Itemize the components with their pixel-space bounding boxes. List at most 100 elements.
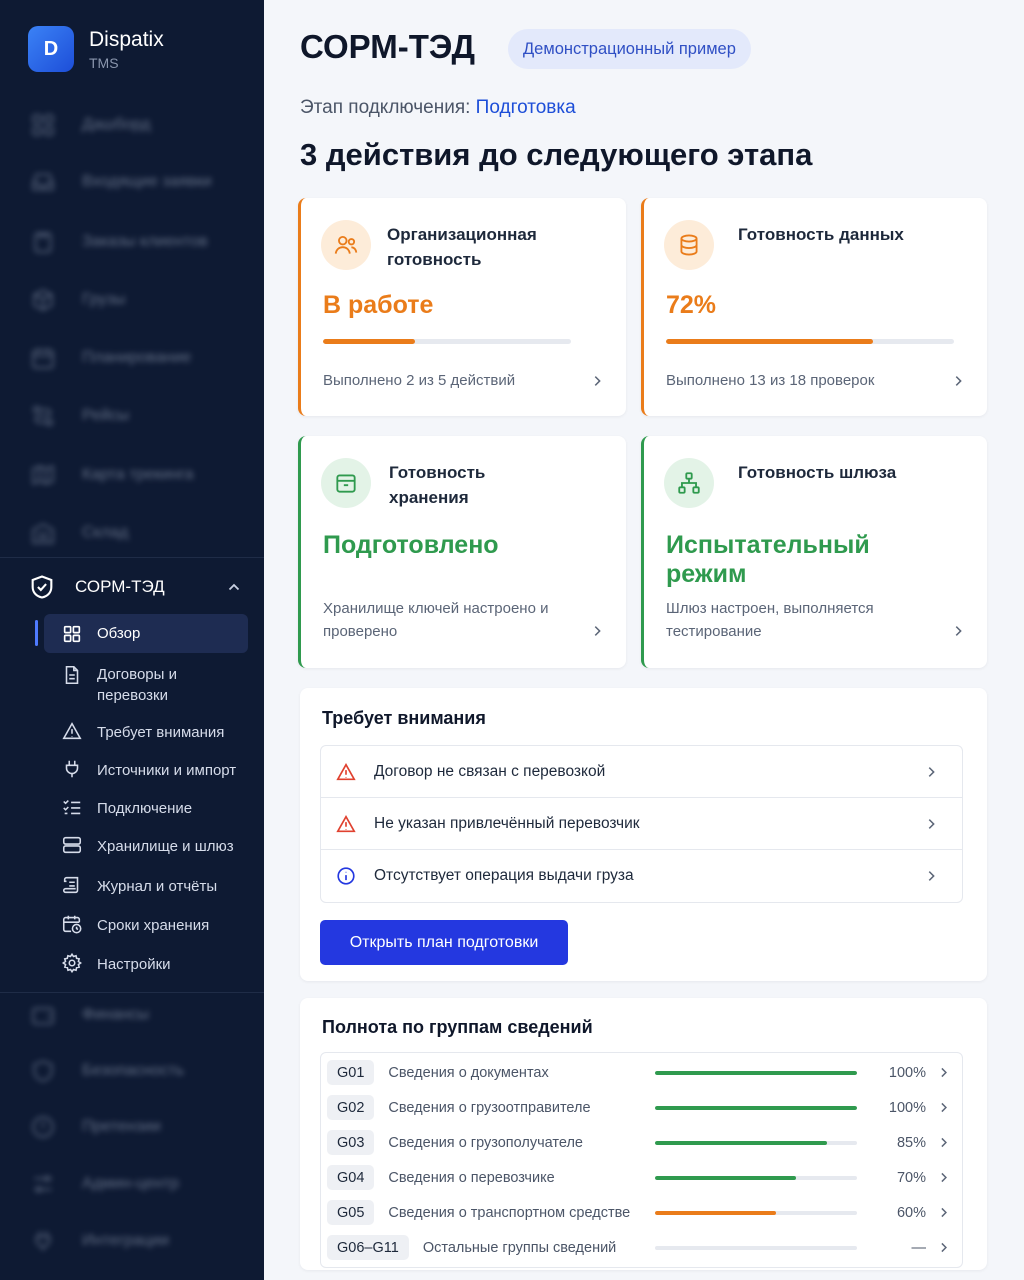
network-icon xyxy=(678,472,700,494)
sidebar-item-planning[interactable]: Планирование xyxy=(30,343,191,373)
card-footer: Выполнено 2 из 5 действий xyxy=(323,372,516,389)
inbox-icon xyxy=(32,173,54,191)
sidebar-item-journal[interactable]: Журнал и отчёты xyxy=(44,867,248,904)
sidebar-item-dashboard[interactable]: Дашборд xyxy=(30,110,151,140)
sidebar-section-sorm[interactable]: СОРМ-ТЭД xyxy=(28,570,242,604)
sidebar-item-contracts[interactable]: Договоры и перевозки xyxy=(44,655,248,709)
attention-item-text: Не указан привлечённый перевозчик xyxy=(374,814,640,832)
sidebar-item-settings[interactable]: Настройки xyxy=(44,945,248,982)
card-status: Испытательный режим xyxy=(666,531,870,588)
sidebar-item-label: Интеграции xyxy=(82,1232,170,1249)
card-title: Готовность данных xyxy=(738,225,904,244)
sidebar-item-sources[interactable]: Источники и импорт xyxy=(44,751,248,787)
group-percent: 60% xyxy=(896,1204,926,1221)
group-code: G02 xyxy=(327,1095,375,1120)
sidebar-item-label: Рейсы xyxy=(82,407,130,424)
group-row[interactable]: G02 Сведения о грузоотправителе 100% xyxy=(321,1090,962,1125)
sidebar-item-trips[interactable]: Рейсы xyxy=(30,401,129,431)
checklist-icon xyxy=(63,800,81,815)
sidebar-item-finance[interactable]: Финансы xyxy=(30,1000,149,1030)
sidebar-item-label: Входящие заявки xyxy=(82,173,212,190)
group-row[interactable]: G03 Сведения о грузополучателе 85% xyxy=(321,1125,962,1160)
sidebar-item-label: Требует внимания xyxy=(97,724,225,741)
card-data-readiness[interactable]: Готовность данных 72% Выполнено 13 из 18… xyxy=(641,198,987,416)
card-footer: Хранилище ключей настроено и проверено xyxy=(323,600,549,640)
group-code: G03 xyxy=(327,1130,375,1155)
group-progress-fill xyxy=(655,1105,857,1110)
card-storage-readiness[interactable]: Готовность хранения Подготовлено Хранили… xyxy=(298,436,626,668)
group-code: G06–G11 xyxy=(327,1235,409,1260)
card-title: Готовность шлюза xyxy=(738,463,897,482)
sidebar-item-connection[interactable]: Подключение xyxy=(44,789,248,825)
group-row[interactable]: G04 Сведения о перевозчике 70% xyxy=(321,1160,962,1195)
brand-name: Dispatix xyxy=(89,27,164,51)
group-code: G04 xyxy=(327,1165,375,1190)
attention-item[interactable]: Договор не связан с перевозкой xyxy=(321,746,962,798)
sidebar-divider xyxy=(0,557,264,558)
sidebar-item-inbox[interactable]: Входящие заявки xyxy=(30,167,212,197)
warning-icon xyxy=(336,762,356,780)
progress-bar xyxy=(323,339,571,344)
group-progress-bar xyxy=(655,1070,857,1075)
sidebar-item-admin[interactable]: Админ-центр xyxy=(30,1169,179,1199)
group-percent: 70% xyxy=(896,1169,926,1186)
group-row[interactable]: G01 Сведения о документах 100% xyxy=(321,1055,962,1090)
sidebar-item-attention[interactable]: Требует внимания xyxy=(44,713,248,749)
active-indicator xyxy=(35,620,38,646)
open-plan-button[interactable]: Открыть план подготовки xyxy=(320,920,568,965)
sidebar-item-cargo[interactable]: Грузы xyxy=(30,285,125,315)
sidebar-item-claims[interactable]: Претензии xyxy=(30,1112,161,1142)
card-org-readiness[interactable]: Организационная готовность В работе Выпо… xyxy=(298,198,626,416)
group-name: Остальные группы сведений xyxy=(422,1239,617,1256)
stage-value[interactable]: Подготовка xyxy=(476,97,576,118)
group-row[interactable]: G05 Сведения о транспортном средстве 60% xyxy=(321,1195,962,1230)
sidebar-item-label: Сроки хранения xyxy=(97,917,210,934)
card-footer: Шлюз настроен, выполняется тестирование xyxy=(666,600,874,640)
grid-icon xyxy=(32,114,54,136)
group-progress-bar xyxy=(655,1140,857,1145)
wallet-icon xyxy=(32,1007,54,1025)
chevron-right-icon xyxy=(955,376,962,386)
sidebar-item-label: Договоры и перевозки xyxy=(97,666,177,704)
chevron-right-icon xyxy=(941,1102,947,1113)
chevron-right-icon xyxy=(955,626,962,636)
route-icon xyxy=(32,405,54,427)
sidebar-item-warehouse[interactable]: Склад xyxy=(30,518,128,548)
brand-sub: TMS xyxy=(89,54,119,71)
group-row[interactable]: G06–G11 Остальные группы сведений — xyxy=(321,1230,962,1265)
brand-logo: D xyxy=(28,26,74,72)
brand[interactable]: D Dispatix TMS xyxy=(28,26,164,72)
sidebar-item-security[interactable]: Безопасность xyxy=(30,1056,184,1086)
sidebar-item-orders[interactable]: Заказы клиентов xyxy=(30,227,208,257)
warning-icon xyxy=(336,814,356,832)
card-gateway-readiness[interactable]: Готовность шлюза Испытательный режим Шлю… xyxy=(641,436,987,668)
chevron-right-icon xyxy=(941,1137,947,1148)
sidebar-item-overview[interactable]: Обзор xyxy=(44,614,248,653)
users-icon xyxy=(334,235,358,254)
sidebar-item-integrations[interactable]: Интеграции xyxy=(30,1226,169,1256)
sidebar-item-storage[interactable]: Хранилище и шлюз xyxy=(44,827,248,865)
sidebar-item-label: Обзор xyxy=(97,625,141,642)
sidebar-item-label: Хранилище и шлюз xyxy=(97,838,234,855)
group-code: G05 xyxy=(327,1200,375,1225)
plug-icon xyxy=(65,760,79,778)
progress-bar xyxy=(666,339,954,344)
calendar-icon xyxy=(32,348,54,369)
alert-circle-icon xyxy=(32,1116,54,1138)
steps-title: 3 действия до следующего этапа xyxy=(300,137,813,172)
sidebar-item-retention[interactable]: Сроки хранения xyxy=(44,906,248,943)
card-status: Подготовлено xyxy=(323,531,499,559)
group-progress-fill xyxy=(655,1175,797,1180)
attention-panel: Требует внимания Договор не связан с пер… xyxy=(300,688,987,981)
clipboard-icon xyxy=(34,232,52,253)
sidebar-item-map[interactable]: Карта трекинга xyxy=(30,460,194,490)
group-progress-fill xyxy=(655,1140,827,1145)
progress-fill xyxy=(666,339,874,344)
group-progress-fill xyxy=(655,1210,777,1215)
attention-item[interactable]: Отсутствует операция выдачи груза xyxy=(321,850,962,902)
sidebar-item-label: Источники и импорт xyxy=(97,762,237,779)
attention-item[interactable]: Не указан привлечённый перевозчик xyxy=(321,798,962,850)
group-progress-fill xyxy=(655,1070,857,1075)
chevron-up-icon[interactable] xyxy=(226,579,242,595)
group-name: Сведения о документах xyxy=(388,1064,549,1081)
